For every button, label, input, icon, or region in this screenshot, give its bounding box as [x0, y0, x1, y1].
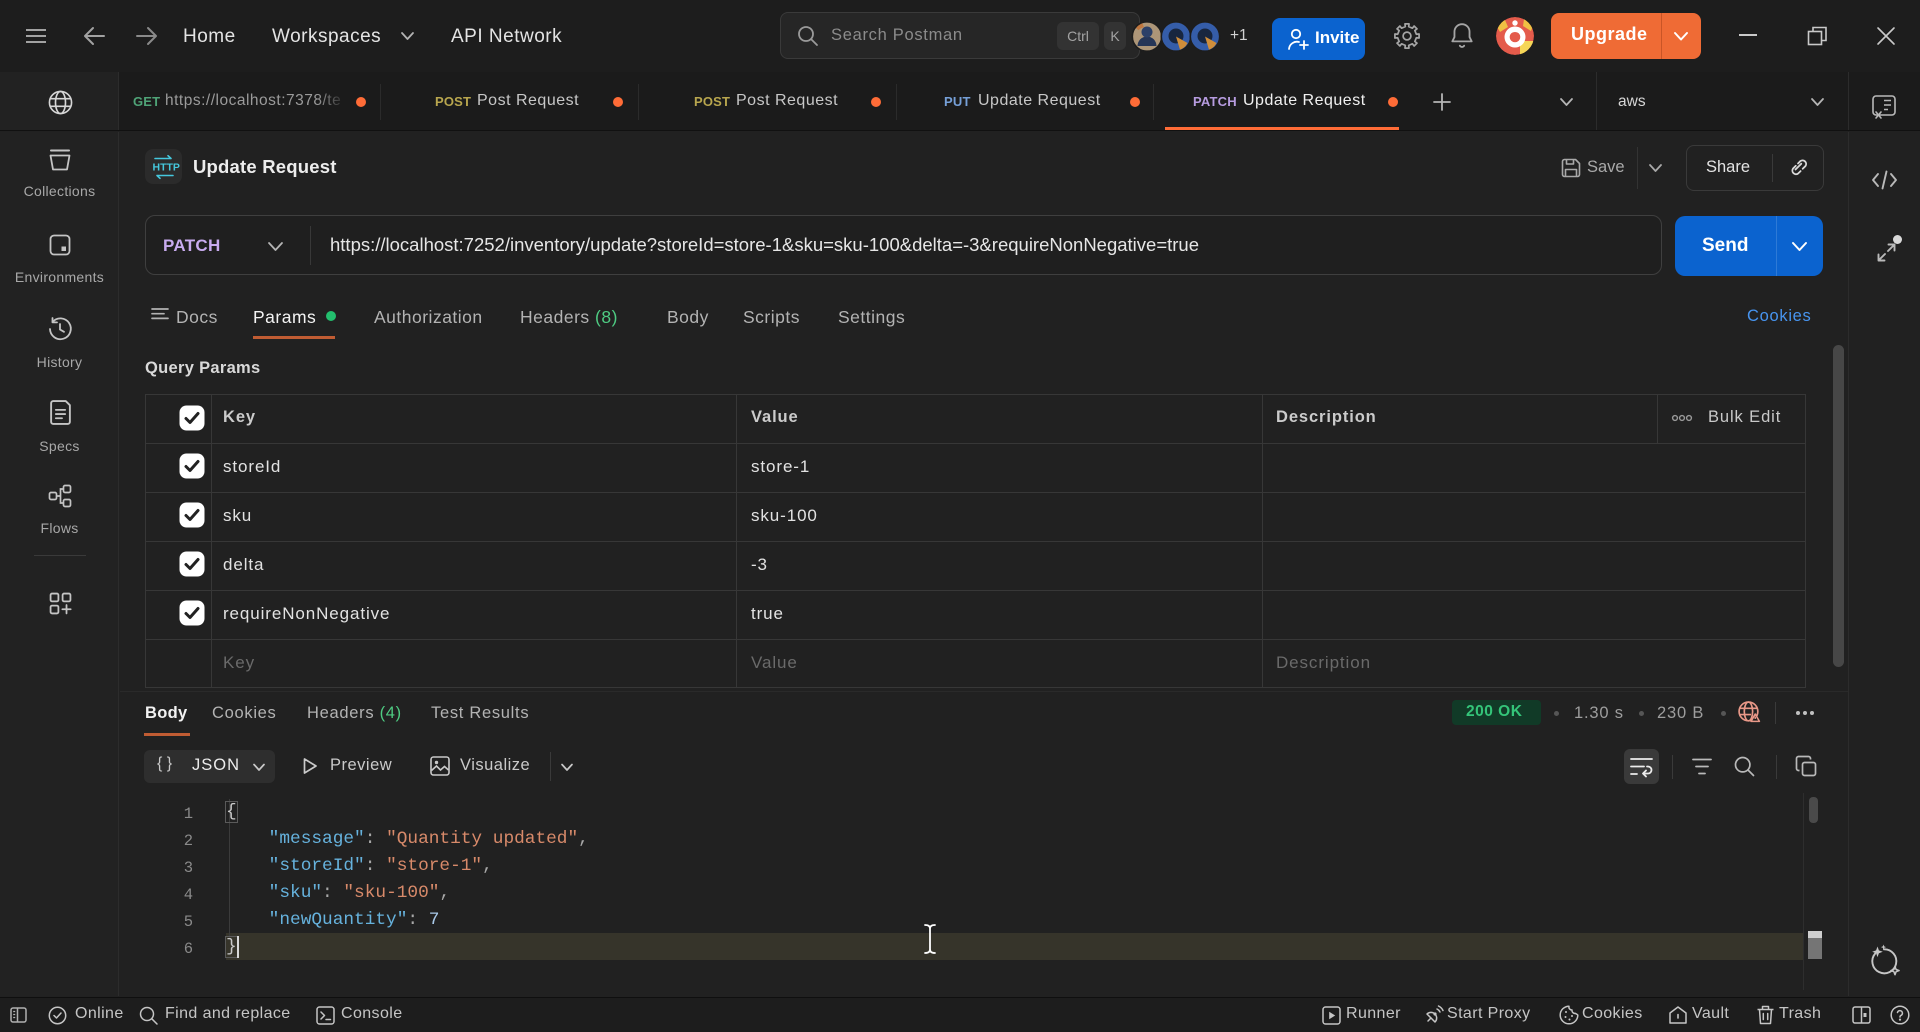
- svg-text:HTTP: HTTP: [153, 162, 180, 174]
